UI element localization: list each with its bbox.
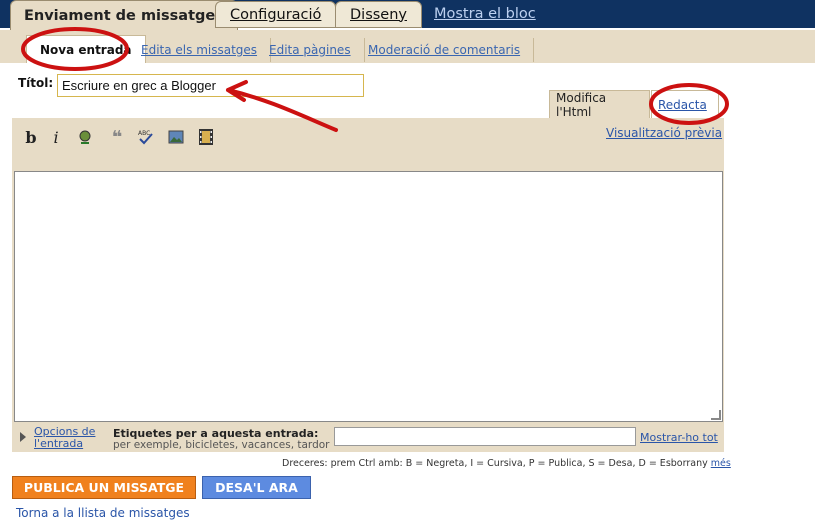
- title-input[interactable]: Escriure en grec a Blogger: [57, 74, 364, 97]
- svg-text:ABC: ABC: [138, 130, 150, 137]
- tab-settings[interactable]: Configuració: [215, 1, 337, 28]
- show-all-labels-link[interactable]: Mostrar-ho tot: [640, 431, 718, 444]
- resize-handle[interactable]: [711, 410, 721, 420]
- font-color-icon[interactable]: [76, 128, 94, 146]
- view-blog-link[interactable]: Mostra el bloc: [434, 6, 536, 22]
- subtab-moderate-comments[interactable]: Moderació de comentaris: [355, 38, 535, 62]
- shortcuts-help: Dreceres: prem Ctrl amb: B = Negreta, I …: [282, 458, 731, 469]
- back-to-posts-link[interactable]: Torna a la llista de missatges: [16, 506, 190, 520]
- shortcuts-more-link[interactable]: més: [711, 458, 731, 469]
- quote-icon[interactable]: ❝: [108, 127, 126, 148]
- subtab-edit-posts[interactable]: Edita els missatges: [128, 38, 272, 62]
- post-options-link[interactable]: Opcions de l'entrada: [34, 426, 104, 450]
- shortcuts-text: Dreceres: prem Ctrl amb: B = Negreta, I …: [282, 458, 708, 469]
- save-now-button[interactable]: DESA'L ARA: [202, 476, 311, 499]
- publish-button[interactable]: PUBLICA UN MISSATGE: [12, 476, 196, 499]
- image-icon[interactable]: [167, 128, 185, 146]
- tab-posting[interactable]: Enviament de missatges: [10, 0, 238, 30]
- expand-arrow-icon[interactable]: [20, 432, 26, 442]
- title-label: Títol:: [18, 76, 54, 90]
- video-icon[interactable]: [197, 128, 215, 146]
- labels-hint: per exemple, bicicletes, vacances, tardo…: [113, 439, 330, 451]
- labels-input[interactable]: [334, 427, 636, 446]
- subtab-edit-pages[interactable]: Edita pàgines: [256, 38, 365, 62]
- preview-link[interactable]: Visualització prèvia: [606, 126, 722, 140]
- tab-edit-html[interactable]: Modifica l'Html: [549, 90, 650, 119]
- italic-icon[interactable]: i: [47, 128, 65, 147]
- bold-icon[interactable]: b: [22, 128, 40, 147]
- post-body-textarea[interactable]: [14, 171, 723, 422]
- tab-layout[interactable]: Disseny: [335, 1, 422, 28]
- spellcheck-icon[interactable]: ABC: [137, 128, 155, 146]
- tab-compose[interactable]: Redacta: [651, 90, 719, 118]
